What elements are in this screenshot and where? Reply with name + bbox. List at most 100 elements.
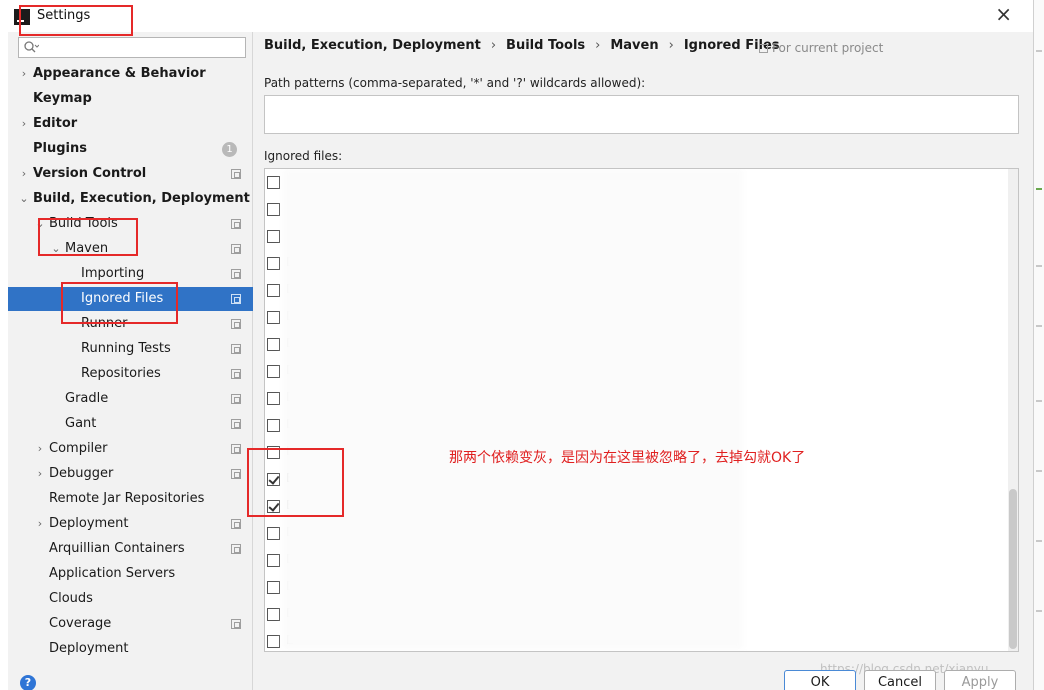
sidebar-item-appearance-behavior[interactable]: › Appearance & Behavior xyxy=(8,62,253,86)
sidebar-item-coverage[interactable]: Coverage xyxy=(8,612,253,636)
sidebar-item-label: Appearance & Behavior xyxy=(33,66,206,81)
project-scope-icon xyxy=(231,369,241,379)
checkbox-unchecked[interactable] xyxy=(267,608,280,621)
sidebar-item-clouds[interactable]: Clouds xyxy=(8,587,253,611)
chevron-right-icon[interactable]: › xyxy=(18,162,30,186)
sidebar-item-label: Arquillian Containers xyxy=(49,541,185,556)
sidebar-item-application-servers[interactable]: Application Servers xyxy=(8,562,253,586)
sidebar-item-version-control[interactable]: › Version Control xyxy=(8,162,253,186)
sidebar-item-running-tests[interactable]: Running Tests xyxy=(8,337,253,361)
path-patterns-input[interactable] xyxy=(264,95,1019,134)
plugins-update-badge: 1 xyxy=(222,142,237,157)
checkbox-unchecked[interactable] xyxy=(267,284,280,297)
cancel-button[interactable]: Cancel xyxy=(864,670,936,690)
checkbox-unchecked[interactable] xyxy=(267,446,280,459)
ok-button[interactable]: OK xyxy=(784,670,856,690)
help-icon[interactable]: ? xyxy=(20,675,36,690)
sidebar-item-label: Deployment xyxy=(49,641,129,656)
chevron-down-icon[interactable]: ⌄ xyxy=(50,237,62,261)
chevron-down-icon[interactable]: ⌄ xyxy=(34,212,46,236)
sidebar-item-build-tools[interactable]: ⌄ Build Tools xyxy=(8,212,253,236)
sidebar-item-arquillian-containers[interactable]: Arquillian Containers xyxy=(8,537,253,561)
sidebar-item-deployment[interactable]: › Deployment xyxy=(8,512,253,536)
sidebar-item-editor[interactable]: › Editor xyxy=(8,112,253,136)
list-scrollbar-thumb[interactable] xyxy=(1009,489,1017,649)
project-scope-icon xyxy=(231,344,241,354)
breadcrumb-item: Maven xyxy=(610,38,659,53)
sidebar-item-label: Deployment xyxy=(49,516,129,531)
sidebar-item-importing[interactable]: Importing xyxy=(8,262,253,286)
sidebar-item-label: Runner xyxy=(81,316,128,331)
checkbox-unchecked[interactable] xyxy=(267,554,280,567)
checkbox-checked[interactable] xyxy=(267,473,280,486)
checkbox-unchecked[interactable] xyxy=(267,311,280,324)
settings-search-input[interactable] xyxy=(18,37,246,58)
sidebar-item-label: Repositories xyxy=(81,366,161,381)
sidebar-item-label: Application Servers xyxy=(49,566,176,581)
sidebar-item-label: Keymap xyxy=(33,91,92,106)
sidebar-item-runner[interactable]: Runner xyxy=(8,312,253,336)
checkbox-checked[interactable] xyxy=(267,500,280,513)
checkbox-unchecked[interactable] xyxy=(267,635,280,648)
search-icon xyxy=(24,41,39,53)
sidebar-item-plugins[interactable]: Plugins 1 xyxy=(8,137,253,161)
sidebar-item-label: Maven xyxy=(65,241,109,256)
project-scope-icon xyxy=(759,44,768,53)
for-current-project-label: For current project xyxy=(772,41,884,55)
checkbox-unchecked[interactable] xyxy=(267,257,280,270)
intellij-app-icon xyxy=(14,9,30,25)
breadcrumb-separator: › xyxy=(595,38,601,53)
checkbox-unchecked[interactable] xyxy=(267,419,280,432)
sidebar-item-label: Ignored Files xyxy=(81,291,164,306)
sidebar-item-label: Coverage xyxy=(49,616,112,631)
window-title: Settings xyxy=(37,8,91,23)
sidebar-item-label: Compiler xyxy=(49,441,108,456)
sidebar-item-label: Gradle xyxy=(65,391,109,406)
chevron-down-icon[interactable]: ⌄ xyxy=(18,187,30,211)
sidebar-item-label: Plugins xyxy=(33,141,87,156)
chevron-right-icon[interactable]: › xyxy=(18,62,30,86)
list-scrollbar[interactable] xyxy=(1008,169,1018,651)
sidebar-item-remote-jar-repositories[interactable]: Remote Jar Repositories xyxy=(8,487,253,511)
ignored-files-list[interactable]: EEE:E:E:E:/IE:/IDEE:/IDE:/IE:/E:/E:/EEE xyxy=(264,168,1019,652)
checkbox-unchecked[interactable] xyxy=(267,176,280,189)
checkbox-unchecked[interactable] xyxy=(267,581,280,594)
title-bar: Settings × xyxy=(0,0,1033,32)
apply-button[interactable]: Apply xyxy=(944,670,1016,690)
sidebar-item-gant[interactable]: Gant xyxy=(8,412,253,436)
sidebar-item-label: Clouds xyxy=(49,591,93,606)
annotation-note: 那两个依赖变灰，是因为在这里被忽略了，去掉勾就OK了 xyxy=(449,450,806,466)
chevron-right-icon[interactable]: › xyxy=(34,462,46,486)
breadcrumb-item: Build Tools xyxy=(506,38,586,53)
sidebar-item-debugger[interactable]: › Debugger xyxy=(8,462,253,486)
project-scope-icon xyxy=(231,394,241,404)
close-icon[interactable]: × xyxy=(995,4,1012,24)
sidebar-item-repositories[interactable]: Repositories xyxy=(8,362,253,386)
settings-main-panel: Build, Execution, Deployment › Build Tools… xyxy=(254,32,1033,690)
chevron-right-icon[interactable]: › xyxy=(34,437,46,461)
checkbox-unchecked[interactable] xyxy=(267,527,280,540)
sidebar-item-ignored-files[interactable]: Ignored Files xyxy=(8,287,253,311)
checkbox-unchecked[interactable] xyxy=(267,338,280,351)
checkbox-unchecked[interactable] xyxy=(267,392,280,405)
project-scope-icon xyxy=(231,619,241,629)
project-scope-icon xyxy=(231,319,241,329)
settings-sidebar: › Appearance & Behavior Keymap › Editor Plugi… xyxy=(8,32,253,690)
sidebar-item-keymap[interactable]: Keymap xyxy=(8,87,253,111)
sidebar-item-build-execution-deployment[interactable]: ⌄ Build, Execution, Deployment xyxy=(8,187,253,211)
sidebar-item-gradle[interactable]: Gradle xyxy=(8,387,253,411)
project-scope-icon xyxy=(231,544,241,554)
project-scope-icon xyxy=(231,244,241,254)
checkbox-unchecked[interactable] xyxy=(267,230,280,243)
sidebar-item-label: Version Control xyxy=(33,166,147,181)
chevron-right-icon[interactable]: › xyxy=(18,112,30,136)
sidebar-item-label: Build, Execution, Deployment xyxy=(33,191,250,206)
sidebar-item-compiler[interactable]: › Compiler xyxy=(8,437,253,461)
chevron-right-icon[interactable]: › xyxy=(34,512,46,536)
breadcrumb-separator: › xyxy=(490,38,497,53)
sidebar-item-deployment[interactable]: Deployment xyxy=(8,637,253,661)
checkbox-unchecked[interactable] xyxy=(267,365,280,378)
sidebar-item-maven[interactable]: ⌄ Maven xyxy=(8,237,253,261)
checkbox-unchecked[interactable] xyxy=(267,203,280,216)
project-scope-icon xyxy=(231,469,241,479)
